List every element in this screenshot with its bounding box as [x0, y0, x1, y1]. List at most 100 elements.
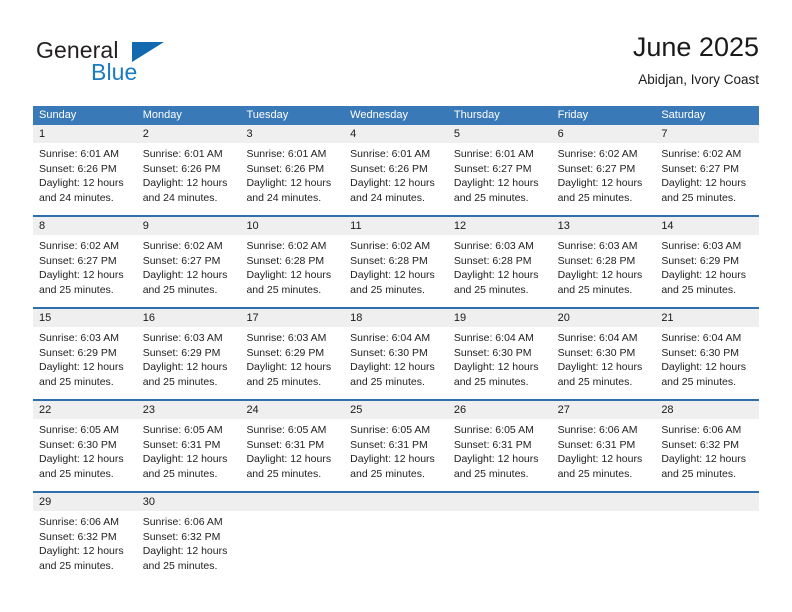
daylight-text-line2: and 25 minutes. [557, 191, 633, 204]
calendar-day-cell[interactable]: 15 Sunrise: 6:03 AM Sunset: 6:29 PM Dayligh… [33, 309, 137, 399]
calendar-day-cell[interactable]: 26 Sunrise: 6:05 AM Sunset: 6:31 PM Dayligh… [447, 401, 552, 491]
sunset-text: Sunset: 6:28 PM [246, 254, 325, 267]
daylight-text-line2: and 25 minutes. [557, 375, 633, 388]
day-details: Sunrise: 6:01 AM Sunset: 6:26 PM Daylight:… [240, 143, 345, 215]
daylight-text-line1: Daylight: 12 hours [246, 361, 332, 374]
daylight-text-line1: Daylight: 12 hours [39, 177, 124, 190]
calendar-day-cell[interactable]: 17 Sunrise: 6:03 AM Sunset: 6:29 PM Dayligh… [240, 309, 345, 399]
calendar-day-cell[interactable]: 30 Sunrise: 6:06 AM Sunset: 6:32 PM Dayligh… [136, 493, 241, 583]
calendar-day-cell[interactable]: 28 Sunrise: 6:06 AM Sunset: 6:32 PM Dayligh… [655, 401, 760, 491]
day-number: 8 [33, 217, 137, 235]
daylight-text-line2: and 25 minutes. [661, 191, 737, 204]
day-details: Sunrise: 6:03 AM Sunset: 6:29 PM Daylight:… [240, 327, 345, 399]
calendar-day-cell[interactable]: 14 Sunrise: 6:03 AM Sunset: 6:29 PM Dayligh… [655, 217, 760, 307]
calendar-day-cell[interactable]: 24 Sunrise: 6:05 AM Sunset: 6:31 PM Dayligh… [240, 401, 345, 491]
calendar-day-cell-empty [655, 493, 760, 583]
calendar-day-cell[interactable]: 11 Sunrise: 6:02 AM Sunset: 6:28 PM Dayligh… [344, 217, 448, 307]
day-details: Sunrise: 6:05 AM Sunset: 6:31 PM Daylight:… [344, 419, 448, 491]
day-details [447, 511, 552, 583]
sunrise-text: Sunrise: 6:05 AM [142, 424, 223, 436]
daylight-text-line1: Daylight: 12 hours [246, 453, 332, 466]
sunset-text: Sunset: 6:27 PM [557, 162, 636, 175]
calendar-day-cell[interactable]: 12 Sunrise: 6:03 AM Sunset: 6:28 PM Dayligh… [447, 217, 552, 307]
sunset-text: Sunset: 6:26 PM [350, 162, 428, 175]
calendar-day-cell[interactable]: 3 Sunrise: 6:01 AM Sunset: 6:26 PM Daylight… [240, 125, 345, 215]
calendar-day-cell-empty [447, 493, 552, 583]
calendar-day-cell[interactable]: 13 Sunrise: 6:03 AM Sunset: 6:28 PM Dayligh… [551, 217, 656, 307]
weekday-header-monday: Monday [142, 109, 182, 121]
calendar-day-cell[interactable]: 20 Sunrise: 6:04 AM Sunset: 6:30 PM Dayligh… [551, 309, 656, 399]
sunset-text: Sunset: 6:27 PM [453, 162, 532, 175]
day-number [240, 493, 345, 511]
day-number: 22 [33, 401, 137, 419]
calendar-day-cell[interactable]: 2 Sunrise: 6:01 AM Sunset: 6:26 PM Daylight… [136, 125, 241, 215]
day-number: 21 [655, 309, 760, 327]
weekday-header-saturday: Saturday [661, 109, 706, 121]
daylight-text-line2: and 25 minutes. [246, 375, 322, 388]
page-title: June 2025 [632, 32, 759, 62]
calendar-day-cell[interactable]: 5 Sunrise: 6:01 AM Sunset: 6:27 PM Daylight… [447, 125, 552, 215]
daylight-text-line2: and 25 minutes. [453, 283, 529, 296]
calendar-day-cell[interactable]: 1 Sunrise: 6:01 AM Sunset: 6:26 PM Daylight… [33, 125, 137, 215]
sunset-text: Sunset: 6:30 PM [453, 346, 532, 359]
daylight-text-line1: Daylight: 12 hours [557, 177, 643, 190]
day-number: 23 [136, 401, 241, 419]
daylight-text-line2: and 25 minutes. [39, 467, 114, 480]
brand-logo[interactable]: General Blue [36, 37, 256, 89]
day-details: Sunrise: 6:01 AM Sunset: 6:26 PM Daylight:… [136, 143, 241, 215]
calendar-day-cell[interactable]: 16 Sunrise: 6:03 AM Sunset: 6:29 PM Dayligh… [136, 309, 241, 399]
calendar-page: General Blue June 2025 Abidjan, Ivory Co… [0, 0, 792, 612]
day-number: 15 [33, 309, 137, 327]
day-details: Sunrise: 6:04 AM Sunset: 6:30 PM Daylight:… [447, 327, 552, 399]
day-details: Sunrise: 6:04 AM Sunset: 6:30 PM Daylight:… [655, 327, 760, 399]
calendar-day-cell[interactable]: 29 Sunrise: 6:06 AM Sunset: 6:32 PM Dayligh… [33, 493, 137, 583]
day-details: Sunrise: 6:02 AM Sunset: 6:27 PM Daylight:… [33, 235, 137, 307]
calendar-day-cell[interactable]: 4 Sunrise: 6:01 AM Sunset: 6:26 PM Daylight… [344, 125, 448, 215]
daylight-text-line1: Daylight: 12 hours [661, 177, 746, 190]
day-details: Sunrise: 6:05 AM Sunset: 6:31 PM Daylight:… [240, 419, 345, 491]
sunrise-text: Sunrise: 6:05 AM [246, 424, 327, 436]
day-number: 5 [447, 125, 552, 143]
sunrise-text: Sunrise: 6:01 AM [142, 148, 223, 160]
daylight-text-line2: and 25 minutes. [246, 467, 322, 480]
weekday-header-wednesday: Wednesday [350, 109, 409, 121]
calendar-day-cell[interactable]: 22 Sunrise: 6:05 AM Sunset: 6:30 PM Dayligh… [33, 401, 137, 491]
day-number: 19 [447, 309, 552, 327]
calendar-day-cell[interactable]: 25 Sunrise: 6:05 AM Sunset: 6:31 PM Dayligh… [344, 401, 448, 491]
day-number [447, 493, 552, 511]
calendar-day-cell[interactable]: 19 Sunrise: 6:04 AM Sunset: 6:30 PM Dayligh… [447, 309, 552, 399]
calendar-weeks: 1 Sunrise: 6:01 AM Sunset: 6:26 PM Daylight… [33, 125, 760, 583]
calendar-day-cell[interactable]: 9 Sunrise: 6:02 AM Sunset: 6:27 PM Daylight… [136, 217, 241, 307]
calendar-day-cell[interactable]: 10 Sunrise: 6:02 AM Sunset: 6:28 PM Dayligh… [240, 217, 345, 307]
calendar-day-cell[interactable]: 6 Sunrise: 6:02 AM Sunset: 6:27 PM Daylight… [551, 125, 656, 215]
calendar-day-cell[interactable]: 7 Sunrise: 6:02 AM Sunset: 6:27 PM Daylight… [655, 125, 760, 215]
sunrise-text: Sunrise: 6:02 AM [39, 240, 119, 252]
sunrise-text: Sunrise: 6:04 AM [661, 332, 742, 344]
daylight-text-line1: Daylight: 12 hours [246, 269, 332, 282]
daylight-text-line1: Daylight: 12 hours [350, 361, 435, 374]
daylight-text-line1: Daylight: 12 hours [557, 453, 643, 466]
sunrise-text: Sunrise: 6:03 AM [142, 332, 223, 344]
day-number: 9 [136, 217, 241, 235]
daylight-text-line1: Daylight: 12 hours [39, 361, 124, 374]
daylight-text-line1: Daylight: 12 hours [453, 269, 539, 282]
daylight-text-line1: Daylight: 12 hours [142, 177, 228, 190]
day-number [655, 493, 760, 511]
weekday-header-thursday: Thursday [453, 109, 500, 121]
day-number: 3 [240, 125, 345, 143]
calendar-day-cell[interactable]: 23 Sunrise: 6:05 AM Sunset: 6:31 PM Dayligh… [136, 401, 241, 491]
daylight-text-line1: Daylight: 12 hours [39, 545, 124, 558]
calendar-day-cell[interactable]: 18 Sunrise: 6:04 AM Sunset: 6:30 PM Dayligh… [344, 309, 448, 399]
sunrise-text: Sunrise: 6:02 AM [350, 240, 431, 252]
daylight-text-line2: and 25 minutes. [39, 559, 114, 572]
daylight-text-line2: and 25 minutes. [246, 283, 322, 296]
page-subtitle: Abidjan, Ivory Coast [638, 72, 759, 87]
daylight-text-line1: Daylight: 12 hours [39, 269, 124, 282]
sunrise-text: Sunrise: 6:02 AM [246, 240, 327, 252]
calendar-day-cell[interactable]: 21 Sunrise: 6:04 AM Sunset: 6:30 PM Dayligh… [655, 309, 760, 399]
day-number: 14 [655, 217, 760, 235]
calendar-day-cell[interactable]: 27 Sunrise: 6:06 AM Sunset: 6:31 PM Dayligh… [551, 401, 656, 491]
day-details: Sunrise: 6:03 AM Sunset: 6:29 PM Daylight:… [136, 327, 241, 399]
calendar-day-cell[interactable]: 8 Sunrise: 6:02 AM Sunset: 6:27 PM Daylight… [33, 217, 137, 307]
weekday-header-friday: Friday [557, 109, 589, 121]
